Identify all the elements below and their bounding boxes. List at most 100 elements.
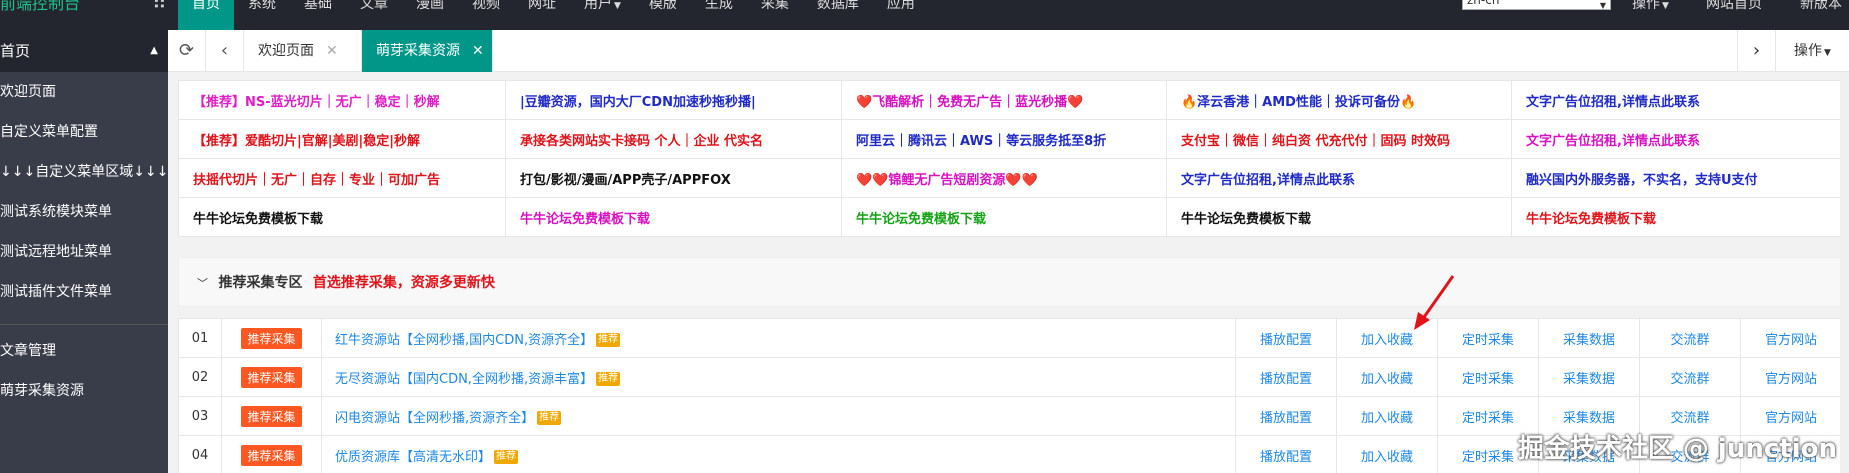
nav-website[interactable]: 网址 — [514, 0, 570, 30]
resource-name-cell[interactable]: 红牛资源站【全网秒播,国内CDN,资源齐全】 推荐 — [321, 318, 1236, 358]
tab-mengya[interactable]: 萌芽采集资源 ✕ — [362, 30, 493, 72]
ad-link[interactable]: 扶摇代切片｜无广｜自存｜专业｜可加广告 — [178, 158, 506, 198]
resource-name-cell[interactable]: 优质资源库【高清无水印】 推荐 — [321, 435, 1236, 473]
sidebar: 首页 ▲ 欢迎页面 自定义菜单配置 ↓↓↓自定义菜单区域↓↓↓ 测试系统模块菜单… — [0, 30, 168, 473]
ad-link[interactable]: 支付宝｜微信｜纯白资 代充代付｜固码 时效码 — [1166, 119, 1512, 159]
top-nav: 首页 系统 基础 文章 漫画 视频 网址 用户 ▼ 模版 生成 采集 数据库 应用 — [178, 0, 929, 30]
play-config-link[interactable]: 播放配置 — [1235, 318, 1337, 358]
ad-link[interactable]: 【推荐】NS-蓝光切片｜无广｜稳定｜秒解 — [178, 80, 506, 120]
chat-group-link[interactable]: 交流群 — [1639, 357, 1741, 397]
nav-article[interactable]: 文章 — [346, 0, 402, 30]
collect-data-link[interactable]: 采集数据 — [1538, 357, 1640, 397]
play-config-link[interactable]: 播放配置 — [1235, 357, 1337, 397]
resource-name-cell[interactable]: 无尽资源站【国内CDN,全网秒播,资源丰富】 推荐 — [321, 357, 1236, 397]
chevron-down-icon: ▼ — [1662, 1, 1669, 11]
ad-link[interactable]: 【推荐】爱酷切片|官解|美剧|稳定|秒解 — [178, 119, 506, 159]
nav-user[interactable]: 用户 ▼ — [570, 0, 635, 30]
play-config-link[interactable]: 播放配置 — [1235, 396, 1337, 436]
ad-link[interactable]: ❤️飞酷解析｜免费无广告｜蓝光秒播❤️ — [841, 80, 1167, 120]
ad-link[interactable]: 承接各类网站实卡接码 个人｜企业 代实名 — [505, 119, 842, 159]
tab-actions-menu[interactable]: 操作 ▼ — [1775, 30, 1849, 72]
tab-prev-icon[interactable]: ‹ — [206, 30, 244, 72]
ad-link[interactable]: 阿里云｜腾讯云｜AWS｜等云服务抵至8折 — [841, 119, 1167, 159]
ad-row: 【推荐】爱酷切片|官解|美剧|稳定|秒解 承接各类网站实卡接码 个人｜企业 代实… — [178, 119, 1842, 159]
nav-video[interactable]: 视频 — [458, 0, 514, 30]
tag-cell: 推荐采集 — [221, 318, 322, 358]
chat-group-link[interactable]: 交流群 — [1639, 318, 1741, 358]
resource-name[interactable]: 无尽资源站【国内CDN,全网秒播,资源丰富】 — [335, 372, 593, 387]
sidebar-head[interactable]: 首页 ▲ — [0, 30, 168, 72]
close-icon[interactable]: ✕ — [326, 43, 338, 59]
ad-row: 扶摇代切片｜无广｜自存｜专业｜可加广告 打包/影视/漫画/APP壳子/APPFO… — [178, 158, 1842, 198]
official-site-link[interactable]: 官方网站 — [1740, 318, 1842, 358]
row-number: 02 — [178, 357, 222, 397]
ad-link[interactable]: 融兴国内外服务器，不实名，支持U支付 — [1511, 158, 1842, 198]
sidebar-item-welcome[interactable]: 欢迎页面 — [0, 72, 168, 112]
recommend-badge: 推荐采集 — [241, 405, 302, 427]
recommend-badge: 推荐采集 — [241, 366, 302, 388]
sidebar-item-test-remote-menu[interactable]: 测试远程地址菜单 — [0, 232, 168, 272]
header-actions-menu[interactable]: 操作 ▼ — [1632, 0, 1669, 30]
play-config-link[interactable]: 播放配置 — [1235, 435, 1337, 473]
new-version-link[interactable]: 新版本 — [1800, 0, 1842, 30]
sidebar-item-custom-menu-config[interactable]: 自定义菜单配置 — [0, 112, 168, 152]
scrollbar[interactable] — [1840, 72, 1849, 473]
ad-link[interactable]: 牛牛论坛免费模板下载 — [841, 197, 1167, 237]
nav-database[interactable]: 数据库 — [803, 0, 873, 30]
sidebar-item-custom-menu-area[interactable]: ↓↓↓自定义菜单区域↓↓↓ — [0, 152, 168, 192]
tab-welcome[interactable]: 欢迎页面 ✕ — [244, 30, 362, 72]
chevron-down-icon: ▼ — [1599, 1, 1606, 10]
close-icon[interactable]: ✕ — [472, 43, 484, 59]
nav-template[interactable]: 模版 — [635, 0, 691, 30]
hot-badge: 推荐 — [537, 411, 562, 425]
ad-link[interactable]: 牛牛论坛免费模板下载 — [178, 197, 506, 237]
ad-link[interactable]: 打包/影视/漫画/APP壳子/APPFOX — [505, 158, 842, 198]
nav-comic[interactable]: 漫画 — [402, 0, 458, 30]
nav-system[interactable]: 系统 — [234, 0, 290, 30]
hot-badge: 推荐 — [596, 333, 621, 347]
row-number: 01 — [178, 318, 222, 358]
ad-row: 【推荐】NS-蓝光切片｜无广｜稳定｜秒解 |豆瓣资源，国内大厂CDN加速秒拖秒播… — [178, 80, 1842, 120]
ad-link[interactable]: 牛牛论坛免费模板下载 — [1511, 197, 1842, 237]
language-select[interactable]: zh-cn ▼ — [1462, 0, 1611, 10]
add-favorite-link[interactable]: 加入收藏 — [1336, 396, 1438, 436]
ad-link[interactable]: 牛牛论坛免费模板下载 — [505, 197, 842, 237]
add-favorite-link[interactable]: 加入收藏 — [1336, 357, 1438, 397]
resource-name-cell[interactable]: 闪电资源站【全网秒播,资源齐全】 推荐 — [321, 396, 1236, 436]
nav-basic[interactable]: 基础 — [290, 0, 346, 30]
ad-link[interactable]: 🔥泽云香港｜AMD性能｜投诉可备份🔥 — [1166, 80, 1512, 120]
ad-link[interactable]: 牛牛论坛免费模板下载 — [1166, 197, 1512, 237]
ad-link[interactable]: |豆瓣资源，国内大厂CDN加速秒拖秒播| — [505, 80, 842, 120]
menu-grid-icon[interactable]: ⠿ — [152, 0, 167, 14]
tab-mengya-label: 萌芽采集资源 — [376, 43, 460, 59]
recommended-section-header[interactable]: ﹀ 推荐采集专区 首选推荐采集，资源多更新快 — [178, 257, 1842, 307]
nav-home[interactable]: 首页 — [178, 0, 234, 30]
tab-actions-label: 操作 — [1794, 43, 1823, 59]
add-favorite-link[interactable]: 加入收藏 — [1336, 435, 1438, 473]
collect-data-link[interactable]: 采集数据 — [1538, 318, 1640, 358]
nav-collect[interactable]: 采集 — [747, 0, 803, 30]
chevron-down-icon: ▼ — [614, 1, 621, 11]
sidebar-item-test-plugin-menu[interactable]: 测试插件文件菜单 — [0, 272, 168, 312]
scheduled-collect-link[interactable]: 定时采集 — [1437, 357, 1539, 397]
refresh-icon[interactable]: ⟳ — [168, 30, 206, 72]
sidebar-item-mengya-resources[interactable]: 萌芽采集资源 — [0, 371, 168, 411]
nav-generate[interactable]: 生成 — [691, 0, 747, 30]
site-home-link[interactable]: 网站首页 — [1706, 0, 1762, 30]
ad-link[interactable]: 文字广告位招租,详情点此联系 — [1511, 80, 1842, 120]
ad-link[interactable]: ❤️❤️锦鲤无广告短剧资源❤️❤️ — [841, 158, 1167, 198]
resource-name[interactable]: 红牛资源站【全网秒播,国内CDN,资源齐全】 — [335, 333, 593, 348]
row-number: 03 — [178, 396, 222, 436]
resource-name[interactable]: 优质资源库【高清无水印】 — [335, 450, 491, 465]
ad-link[interactable]: 文字广告位招租,详情点此联系 — [1166, 158, 1512, 198]
resource-name[interactable]: 闪电资源站【全网秒播,资源齐全】 — [335, 411, 534, 426]
tag-cell: 推荐采集 — [221, 396, 322, 436]
tab-next-icon[interactable]: › — [1737, 30, 1775, 72]
row-number: 04 — [178, 435, 222, 473]
ad-link[interactable]: 文字广告位招租,详情点此联系 — [1511, 119, 1842, 159]
official-site-link[interactable]: 官方网站 — [1740, 357, 1842, 397]
sidebar-item-test-system-menu[interactable]: 测试系统模块菜单 — [0, 192, 168, 232]
watermark-text: 掘金技术社区 @ junction — [1517, 434, 1837, 464]
sidebar-item-articles[interactable]: 文章管理 — [0, 331, 168, 371]
nav-apps[interactable]: 应用 — [873, 0, 929, 30]
